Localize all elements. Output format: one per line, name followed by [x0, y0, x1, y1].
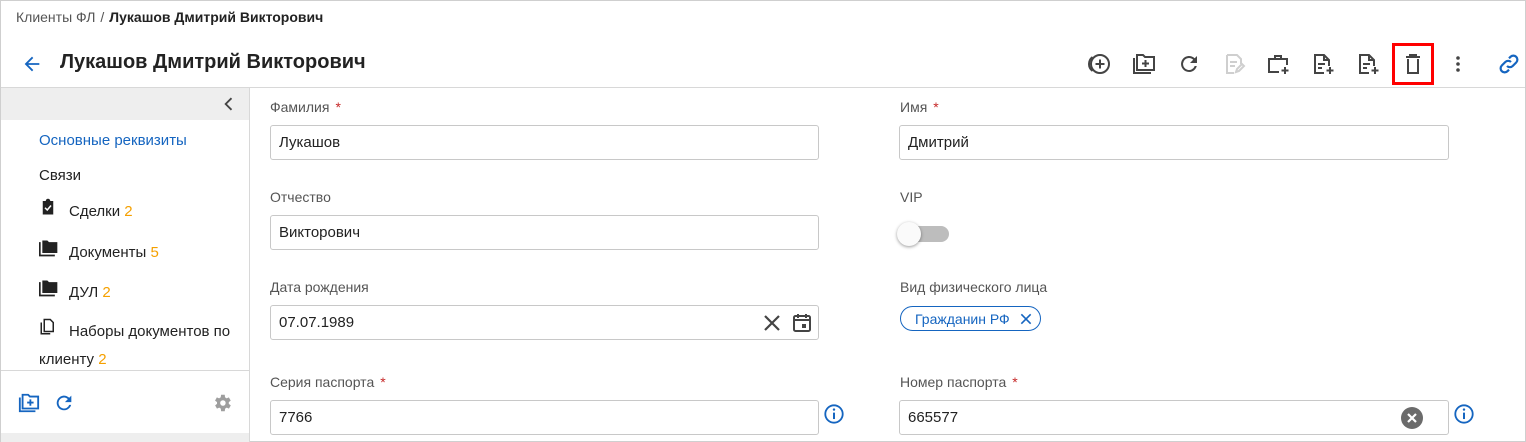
close-icon[interactable] — [1018, 311, 1034, 327]
document-add-icon[interactable] — [1308, 49, 1338, 79]
sidebar-divider — [1, 370, 249, 371]
sidebar-header — [1, 88, 249, 120]
last-name-label: Фамилия * — [270, 99, 341, 115]
breadcrumb-parent[interactable]: Клиенты ФЛ — [16, 9, 95, 25]
sidebar-item-documents[interactable]: Документы 5 — [39, 238, 244, 268]
sidebar-item-main-details[interactable]: Основные реквизиты — [39, 132, 187, 149]
edit-note-icon[interactable] — [1219, 49, 1249, 79]
refresh-icon[interactable] — [53, 392, 75, 414]
sidebar-footer-bar — [1, 433, 249, 442]
required-mark: * — [380, 374, 386, 390]
calendar-icon[interactable] — [790, 311, 814, 335]
vip-toggle[interactable] — [897, 222, 949, 246]
breadcrumb: Клиенты ФЛ / Лукашов Дмитрий Викторович — [16, 9, 323, 25]
first-name-field[interactable]: Дмитрий — [899, 125, 1449, 160]
passport-series-field[interactable]: 7766 — [270, 400, 819, 435]
first-name-label: Имя * — [900, 99, 939, 115]
sidebar-item-label: ДУЛ — [69, 283, 99, 301]
folder-add-icon[interactable] — [18, 392, 40, 414]
document-add-alt-icon[interactable] — [1353, 49, 1383, 79]
page-title: Лукашов Дмитрий Викторович — [60, 51, 366, 73]
delete-icon[interactable] — [1392, 43, 1434, 85]
clear-circle-icon[interactable] — [1400, 406, 1424, 430]
count-badge: 2 — [98, 351, 107, 369]
document-stack-icon — [39, 318, 59, 346]
last-name-field[interactable]: Лукашов — [270, 125, 819, 160]
folder-icon — [39, 278, 59, 308]
sidebar-item-doc-sets[interactable]: Наборы документов по клиенту 2 — [39, 318, 244, 374]
breadcrumb-separator: / — [100, 9, 105, 25]
patronymic-label: Отчество — [270, 189, 331, 205]
sidebar: Основные реквизиты Связи Сделки 2 Докуме… — [1, 88, 250, 442]
count-badge: 2 — [102, 283, 111, 301]
passport-number-label: Номер паспорта * — [900, 374, 1018, 390]
more-vert-icon[interactable] — [1443, 49, 1473, 79]
clipboard-check-icon — [39, 198, 59, 226]
briefcase-add-icon[interactable] — [1263, 49, 1293, 79]
info-icon[interactable] — [1453, 403, 1475, 425]
back-arrow-icon[interactable] — [21, 53, 43, 75]
passport-series-label: Серия паспорта * — [270, 374, 386, 390]
refresh-icon[interactable] — [1174, 49, 1204, 79]
sidebar-item-deals[interactable]: Сделки 2 — [39, 198, 244, 226]
birth-date-field[interactable]: 07.07.1989 — [270, 305, 819, 340]
add-circle-icon[interactable] — [1084, 49, 1114, 79]
chip-label: Гражданин РФ — [915, 310, 1010, 327]
required-mark: * — [335, 99, 341, 115]
sidebar-item-label: Документы — [69, 243, 147, 261]
birth-date-label: Дата рождения — [270, 279, 369, 295]
folder-icon — [39, 238, 59, 268]
chevron-left-icon[interactable] — [219, 94, 239, 114]
clear-icon[interactable] — [760, 311, 784, 335]
passport-number-field[interactable]: 665577 — [899, 400, 1449, 435]
info-icon[interactable] — [823, 403, 845, 425]
patronymic-field[interactable]: Викторович — [270, 215, 819, 250]
vip-label: VIP — [900, 189, 923, 205]
count-badge: 5 — [150, 243, 159, 261]
toggle-knob — [897, 222, 921, 246]
folder-add-icon[interactable] — [1129, 49, 1159, 79]
required-mark: * — [1012, 374, 1018, 390]
person-type-chip[interactable]: Гражданин РФ — [900, 306, 1041, 331]
sidebar-item-relations[interactable]: Связи — [39, 167, 81, 184]
sidebar-item-label: Наборы документов по клиенту — [39, 323, 231, 369]
sidebar-item-label: Сделки — [69, 203, 121, 220]
link-icon[interactable] — [1494, 49, 1524, 79]
count-badge: 2 — [124, 203, 133, 220]
breadcrumb-current: Лукашов Дмитрий Викторович — [109, 9, 324, 25]
person-type-label: Вид физического лица — [900, 279, 1048, 295]
required-mark: * — [933, 99, 939, 115]
sidebar-item-id-docs[interactable]: ДУЛ 2 — [39, 278, 244, 308]
gear-icon[interactable] — [211, 392, 233, 414]
